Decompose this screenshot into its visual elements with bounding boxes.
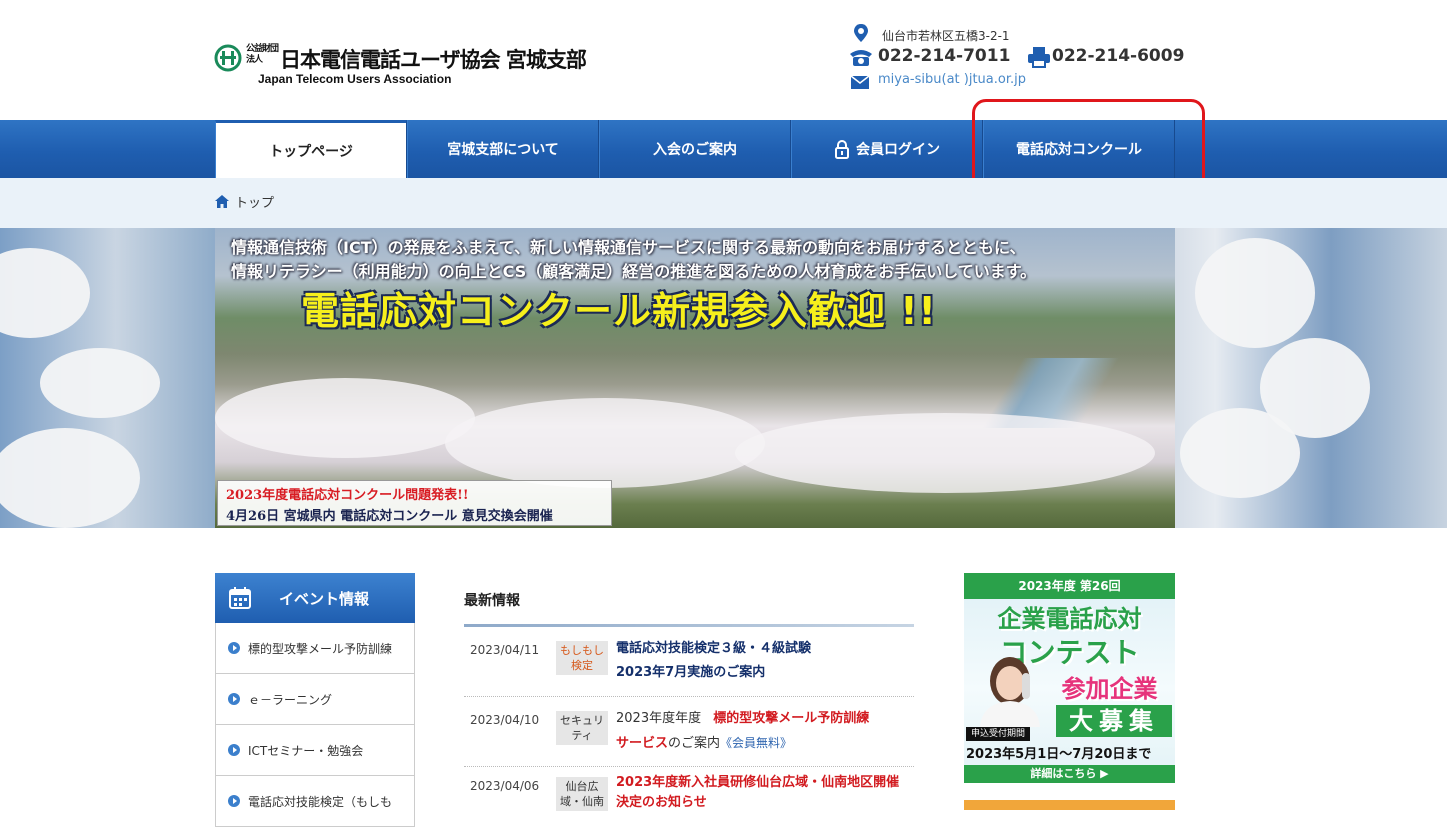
news-title-line: 電話応対技能検定３級・４級試験 xyxy=(616,641,812,656)
nav-label: 宮城支部について xyxy=(447,142,559,158)
hero-slide[interactable]: 情報通信技術（ICT）の発展をふまえて、新しい情報通信サービスに関する最新の動向… xyxy=(215,228,1175,528)
nav-label: 会員ログイン xyxy=(856,142,940,158)
breadcrumb[interactable]: トップ xyxy=(215,192,274,211)
banner-title-line: 参加企業 xyxy=(1061,675,1158,703)
nav-label: トップページ xyxy=(269,143,353,160)
contest-banner[interactable]: 2023年度 第26回 企業電話応対 コンテスト 参加企業 大募集 申込受付期間… xyxy=(964,573,1175,783)
banner-dates: 2023年5月1日～7月20日まで xyxy=(966,747,1152,762)
breadcrumb-home: トップ xyxy=(235,196,275,211)
map-pin-icon xyxy=(854,24,868,42)
hero-notice-box[interactable]: 2023年度電話応対コンクール問題発表!! 4月26日 宮城県内 電話応対コンク… xyxy=(217,480,612,526)
sidebar-item-label: ｅ－ラーニング xyxy=(248,692,333,707)
news-row: 2023/04/10 セキュリティ 2023年度年度 標的型攻撃メール予防訓練 … xyxy=(464,697,914,767)
home-icon xyxy=(215,195,229,208)
banner-details-link[interactable]: 詳細はこちら ▶ xyxy=(964,765,1175,783)
fax-number: 022-214-6009 xyxy=(1052,46,1185,66)
telephone-number[interactable]: 022-214-7011 xyxy=(878,46,1010,66)
site-logo[interactable]: 公益財団法人 日本電信電話ユーザ協会 宮城支部 Japan Telecom Us… xyxy=(214,42,634,92)
news-title-line: 2023年度新入社員研修仙台広域・仙南地区開催 xyxy=(616,775,900,790)
news-title-line: 決定のお知らせ xyxy=(616,795,707,810)
blossom-petal-decoration xyxy=(1180,408,1300,498)
hero-intro-text: 情報通信技術（ICT）の発展をふまえて、新しい情報通信サービスに関する最新の動向… xyxy=(231,236,1036,284)
member-free-link[interactable]: 《会員無料》 xyxy=(720,736,792,750)
news-category-badge: セキュリティ xyxy=(556,711,608,745)
banner-period-label: 申込受付期間 xyxy=(966,727,1030,741)
sidebar-item-phone-skill-test[interactable]: 電話応対技能検定（もしも xyxy=(215,776,415,827)
blossom-petal-decoration xyxy=(0,428,140,528)
address-text: 仙台市若林区五橋3-2-1 xyxy=(882,29,1010,43)
news-link[interactable]: 2023年度年度 標的型攻撃メール予防訓練 サービスのご案内《会員無料》 xyxy=(616,707,916,756)
latest-news: 最新情報 2023/04/11 もしもし検定 電話応対技能検定３級・４級試験 2… xyxy=(464,590,914,817)
second-banner-partial[interactable] xyxy=(964,800,1175,810)
sidebar-item-label: ICTセミナー・勉強会 xyxy=(248,743,364,758)
logo-title: 日本電信電話ユーザ協会 宮城支部 xyxy=(280,48,587,72)
event-sidebar: イベント情報 標的型攻撃メール予防訓練 ｅ－ラーニング ICTセミナー・勉強会 … xyxy=(215,573,415,827)
arrow-bullet-icon xyxy=(228,744,240,756)
contact-info: 仙台市若林区五橋3-2-1 022-214-7011 022-214-6009 … xyxy=(848,20,1188,100)
news-category-badge: 仙台広域・仙南 xyxy=(556,777,608,811)
news-link[interactable]: 2023年度新入社員研修仙台広域・仙南地区開催 決定のお知らせ xyxy=(616,773,916,813)
operator-person-icon xyxy=(980,657,1040,727)
nav-phone-contest[interactable]: 電話応対コンクール xyxy=(983,120,1175,178)
mail-icon xyxy=(850,75,870,89)
nav-label: 入会のご案内 xyxy=(653,142,737,158)
breadcrumb-bar: トップ xyxy=(0,178,1447,228)
nav-membership-info[interactable]: 入会のご案内 xyxy=(599,120,791,178)
news-date: 2023/04/11 xyxy=(470,643,540,657)
news-heading: 最新情報 xyxy=(464,593,520,609)
event-sidebar-title: イベント情報 xyxy=(279,589,370,608)
nav-member-login[interactable]: 会員ログイン xyxy=(791,120,983,178)
blossom-petal-decoration xyxy=(0,248,90,338)
notice-line-navy: 4月26日 宮城県内 電話応対コンクール 意見交換会開催 xyxy=(226,509,553,524)
site-header: 公益財団法人 日本電信電話ユーザ協会 宮城支部 Japan Telecom Us… xyxy=(0,0,1447,120)
news-title-highlight: 標的型攻撃メール予防訓練 xyxy=(713,711,870,726)
news-date: 2023/04/06 xyxy=(470,779,540,793)
news-date: 2023/04/10 xyxy=(470,713,540,727)
cherry-tree-decoration xyxy=(445,398,765,488)
news-title-highlight: サービス xyxy=(616,736,669,751)
nav-top-page[interactable]: トップページ xyxy=(215,120,407,178)
banner-title-line: 企業電話応対 xyxy=(997,605,1142,633)
telephone-icon xyxy=(850,50,872,66)
news-category-badge: もしもし検定 xyxy=(556,641,608,675)
sidebar-item-label: 電話応対技能検定（もしも xyxy=(248,794,393,809)
fax-icon xyxy=(1028,47,1050,68)
hero-headline: 電話応対コンクール新規参入歓迎 !! xyxy=(301,289,937,333)
news-title-suffix: のご案内 xyxy=(668,736,721,751)
cherry-tree-decoration xyxy=(215,378,475,458)
nav-label: 電話応対コンクール xyxy=(1016,142,1142,158)
sidebar-item-label: 標的型攻撃メール予防訓練 xyxy=(248,641,393,656)
banner-edition: 2023年度 第26回 xyxy=(964,573,1175,599)
arrow-bullet-icon xyxy=(228,693,240,705)
global-nav: トップページ 宮城支部について 入会のご案内 会員ログイン 電話応対コンクール xyxy=(0,120,1447,178)
nav-about-branch[interactable]: 宮城支部について xyxy=(407,120,599,178)
arrow-bullet-icon xyxy=(228,795,240,807)
blossom-petal-decoration xyxy=(40,348,160,418)
arrow-bullet-icon xyxy=(228,642,240,654)
cherry-tree-decoration xyxy=(735,413,1155,493)
notice-line-red: 2023年度電話応対コンクール問題発表!! xyxy=(226,488,469,503)
logo-org-type: 公益財団法人 xyxy=(246,44,279,65)
logo-subtitle: Japan Telecom Users Association xyxy=(258,72,452,86)
sidebar-item-elearning[interactable]: ｅ－ラーニング xyxy=(215,674,415,725)
blossom-petal-decoration xyxy=(1195,238,1315,348)
news-title-prefix: 2023年度年度 xyxy=(616,711,702,726)
lock-icon xyxy=(835,140,849,159)
calendar-icon xyxy=(229,587,251,609)
banner-recruit: 大募集 xyxy=(1056,705,1172,737)
sidebar-item-ict-seminar[interactable]: ICTセミナー・勉強会 xyxy=(215,725,415,776)
news-link[interactable]: 電話応対技能検定３級・４級試験 2023年7月実施のご案内 xyxy=(616,637,916,685)
jtua-logo-icon xyxy=(214,44,242,72)
hero-intro-line: 情報通信技術（ICT）の発展をふまえて、新しい情報通信サービスに関する最新の動向… xyxy=(231,238,1026,257)
news-title-line: 2023年7月実施のご案内 xyxy=(616,665,766,680)
news-row: 2023/04/11 もしもし検定 電話応対技能検定３級・４級試験 2023年7… xyxy=(464,627,914,697)
email-link[interactable]: miya-sibu(at )jtua.or.jp xyxy=(878,72,1026,87)
event-sidebar-heading: イベント情報 xyxy=(215,573,415,623)
sidebar-item-phishing-drill[interactable]: 標的型攻撃メール予防訓練 xyxy=(215,623,415,674)
